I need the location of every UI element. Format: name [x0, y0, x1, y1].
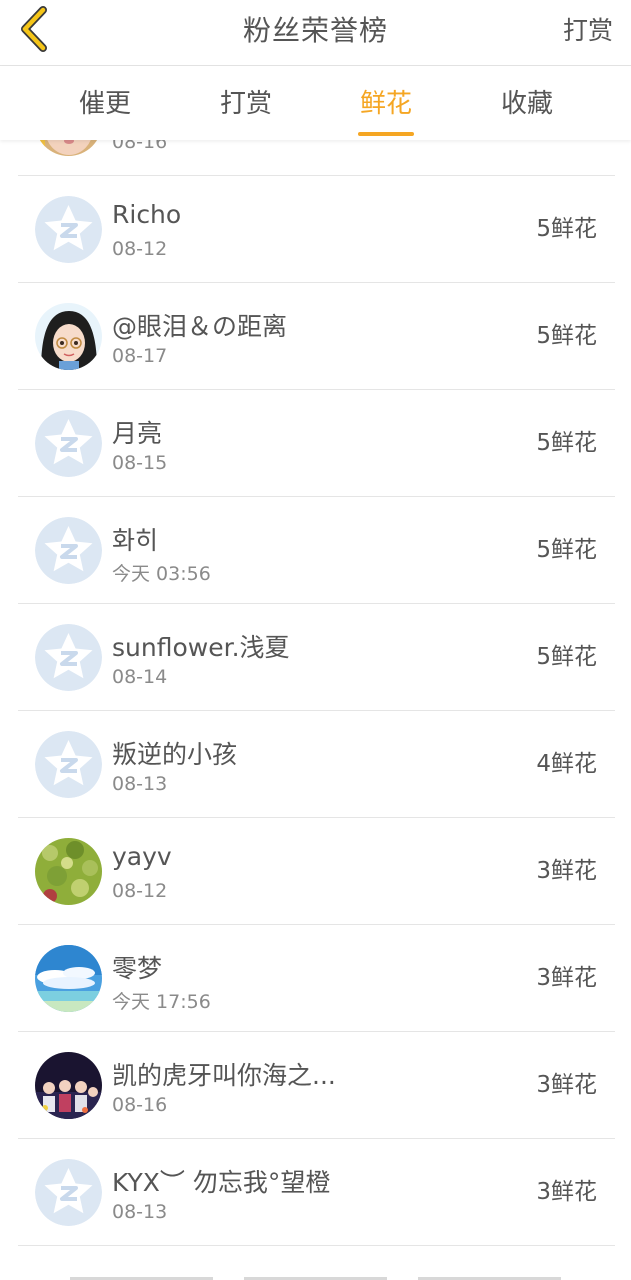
user-name: 凯的虎牙叫你海之... [112, 1061, 336, 1090]
flower-count: 3鲜花 [536, 965, 597, 991]
user-name: yayv [112, 842, 172, 871]
tab-favorites[interactable]: 收藏 [467, 66, 587, 140]
user-name: 月亮 [112, 419, 163, 448]
user-name: @眼泪＆の距离 [112, 312, 288, 341]
tab-flowers[interactable]: 鲜花 [326, 66, 446, 140]
avatar[interactable] [35, 1052, 102, 1119]
timestamp: 08-13 [112, 1201, 168, 1223]
timestamp: 08-15 [112, 452, 168, 474]
flower-count: 4鲜花 [536, 751, 597, 777]
list-item[interactable]: yayv 08-12 3鲜花 [18, 818, 615, 925]
list-item[interactable]: Richo 08-12 5鲜花 [18, 176, 615, 283]
timestamp: 08-13 [112, 773, 168, 795]
avatar[interactable] [35, 731, 102, 798]
flower-count: 5鲜花 [536, 323, 597, 349]
tab-label: 打赏 [219, 89, 272, 119]
tab-reward[interactable]: 打赏 [186, 66, 306, 140]
flower-count: 5鲜花 [536, 644, 597, 670]
fan-list[interactable]: 黑山那个老奴08-165鲜花Richo08-125鲜花@眼泪＆の距离08-175… [0, 140, 631, 1280]
tab-bar: 催更 打赏 鲜花 收藏 [0, 66, 631, 140]
user-name: 叛逆的小孩 [112, 740, 238, 769]
user-name: Richo [112, 200, 182, 229]
list-item[interactable]: 月亮 08-15 5鲜花 [18, 390, 615, 497]
timestamp: 08-17 [112, 345, 168, 367]
avatar[interactable] [35, 517, 102, 584]
avatar[interactable] [35, 838, 102, 905]
list-item[interactable]: 凯的虎牙叫你海之... 08-16 3鲜花 [18, 1032, 615, 1139]
page-title: 粉丝荣誉榜 [242, 14, 388, 47]
timestamp: 今天 17:56 [112, 991, 211, 1013]
flower-count: 5鲜花 [536, 140, 597, 176]
timestamp: 08-16 [112, 1094, 168, 1116]
flower-count: 3鲜花 [536, 1179, 597, 1205]
user-name: 화히 [112, 526, 159, 555]
flower-count: 5鲜花 [536, 430, 597, 456]
avatar[interactable] [35, 410, 102, 477]
timestamp: 08-16 [112, 140, 168, 153]
timestamp: 08-14 [112, 666, 168, 688]
user-name: sunflower.浅夏 [112, 633, 290, 662]
flower-count: 5鲜花 [536, 216, 597, 242]
top-bar: 粉丝荣誉榜 打赏 [0, 0, 631, 66]
avatar[interactable] [35, 303, 102, 370]
user-name: 零梦 [112, 954, 163, 983]
list-item[interactable]: KYX︶ 勿忘我°望橙 08-13 3鲜花 [18, 1139, 615, 1246]
list-item[interactable]: sunflower.浅夏 08-14 5鲜花 [18, 604, 615, 711]
reward-button[interactable]: 打赏 [563, 0, 613, 62]
list-item[interactable]: @眼泪＆の距离 08-17 5鲜花 [18, 283, 615, 390]
tab-label: 收藏 [500, 89, 553, 119]
flower-count: 3鲜花 [536, 858, 597, 884]
tab-urge[interactable]: 催更 [45, 66, 165, 140]
list-item[interactable]: 黑山那个老奴08-165鲜花 [18, 140, 615, 176]
list-item[interactable]: 零梦今天 17:56 3鲜花 [18, 925, 615, 1032]
user-name: KYX︶ 勿忘我°望橙 [112, 1168, 331, 1197]
tab-label: 鲜花 [359, 89, 412, 119]
tab-label: 催更 [78, 89, 131, 119]
avatar[interactable] [35, 140, 102, 156]
timestamp: 今天 03:56 [112, 563, 211, 585]
timestamp: 08-12 [112, 880, 168, 902]
active-tab-indicator [358, 132, 414, 136]
flower-count: 5鲜花 [536, 537, 597, 563]
avatar[interactable] [35, 1159, 102, 1226]
avatar[interactable] [35, 196, 102, 263]
timestamp: 08-12 [112, 238, 168, 260]
flower-count: 3鲜花 [536, 1072, 597, 1098]
avatar[interactable] [35, 945, 102, 1012]
list-item[interactable]: 화히 今天 03:56 5鲜花 [18, 497, 615, 604]
avatar[interactable] [35, 624, 102, 691]
list-item[interactable]: 叛逆的小孩 08-13 4鲜花 [18, 711, 615, 818]
